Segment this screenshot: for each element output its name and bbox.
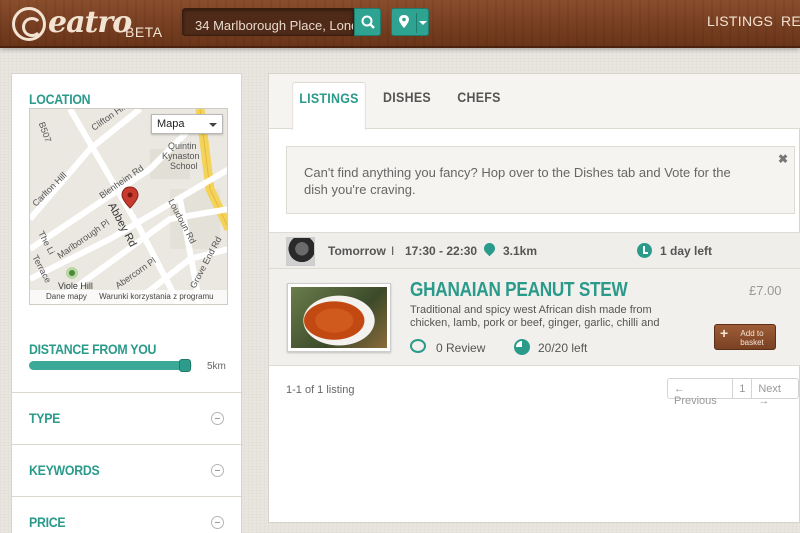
section-divider: [12, 392, 243, 393]
tab-chefs[interactable]: CHEFS: [453, 82, 505, 121]
meta-separator: I: [391, 244, 395, 258]
dish-title[interactable]: GHANAIAN PEANUT STEW: [410, 279, 628, 302]
map-streets: B507 Clifton Hill Carlton Hill Quintin K…: [30, 109, 227, 304]
tab-listings[interactable]: LISTINGS: [292, 82, 366, 130]
results-panel: LISTINGS DISHES CHEFS Can't find anythin…: [268, 73, 800, 523]
geolocate-dropdown-button[interactable]: [391, 8, 429, 36]
previous-page-button[interactable]: ← Previous: [668, 379, 734, 407]
dish-description: Traditional and spicy west African dish …: [410, 304, 660, 329]
map-type-value: Mapa: [157, 118, 185, 130]
distance-slider-fill: [29, 361, 186, 370]
search-button[interactable]: [354, 8, 381, 36]
listing-time-left: 1 day left: [660, 244, 713, 258]
info-notice: Can't find anything you fancy? Hop over …: [286, 146, 795, 214]
plus-icon: +: [720, 325, 729, 341]
location-title: LOCATION: [29, 91, 91, 107]
notice-text: Can't find anything you fancy? Hop over …: [304, 165, 731, 197]
keywords-section-header[interactable]: KEYWORDS: [29, 462, 100, 478]
logo-text: eatro: [48, 5, 132, 40]
caret-down-icon: [209, 123, 217, 127]
listing-day: Tomorrow: [328, 244, 386, 258]
collapse-price-icon[interactable]: [211, 516, 224, 529]
distance-title: DISTANCE FROM YOU: [29, 341, 157, 357]
beta-label: BETA: [125, 24, 163, 40]
nav-listings-link[interactable]: LISTINGS: [707, 13, 773, 29]
close-icon[interactable]: ✖: [778, 151, 788, 168]
map-data-link[interactable]: Dane mapy: [46, 292, 87, 301]
filter-sidebar: LOCATION B507 Clifton Hill Carlton Hill …: [11, 73, 243, 533]
collapse-keywords-icon[interactable]: [211, 464, 224, 477]
listing-distance: 3.1km: [503, 244, 538, 258]
review-icon: [410, 339, 426, 353]
location-map[interactable]: B507 Clifton Hill Carlton Hill Quintin K…: [29, 108, 228, 305]
dish-image: [291, 287, 387, 348]
collapse-type-icon[interactable]: [211, 412, 224, 425]
tab-bar: LISTINGS DISHES CHEFS: [269, 74, 800, 130]
section-divider: [12, 496, 243, 497]
distance-max-label: 5km: [207, 361, 226, 372]
pagination: ← Previous 1 Next →: [667, 378, 799, 407]
map-label-quintin: Quintin: [168, 141, 197, 151]
map-type-select[interactable]: Mapa: [151, 114, 223, 134]
distance-slider[interactable]: [29, 359, 192, 372]
map-label-kynaston: Kynaston: [162, 151, 200, 161]
listing-time: 17:30 - 22:30: [405, 244, 478, 258]
nav-register-link[interactable]: REG: [781, 13, 800, 29]
location-search-input[interactable]: [182, 8, 354, 36]
listing-meta-bar: Tomorrow I 17:30 - 22:30 3.1km 1 day lef…: [269, 232, 800, 269]
dish-photo[interactable]: [287, 283, 391, 352]
listing-card[interactable]: GHANAIAN PEANUT STEW Traditional and spi…: [269, 269, 800, 366]
map-pin-icon: [399, 15, 409, 28]
portions-icon: [514, 339, 530, 355]
portions-left: 20/20 left: [538, 341, 588, 355]
chef-avatar[interactable]: [286, 237, 315, 266]
top-navigation-bar: eatro BETA LISTINGS REG: [0, 0, 800, 48]
chevron-down-icon: [419, 21, 427, 25]
price-section-header[interactable]: PRICE: [29, 514, 66, 530]
distance-slider-handle[interactable]: [179, 359, 192, 372]
review-count[interactable]: 0 Review: [436, 341, 485, 355]
add-to-basket-button[interactable]: + Add to basket: [714, 324, 776, 350]
search-icon: [361, 15, 375, 29]
map-terms-link[interactable]: Warunki korzystania z programu: [99, 292, 213, 301]
logo-swirl-icon: [12, 7, 46, 41]
section-divider: [12, 444, 243, 445]
location-pin-icon: [481, 240, 498, 257]
map-footer: Dane mapy Warunki korzystania z programu: [30, 290, 227, 304]
map-label-school: School: [170, 161, 198, 171]
page-number-button[interactable]: 1: [733, 379, 753, 398]
next-page-button[interactable]: Next →: [752, 379, 798, 407]
tab-dishes[interactable]: DISHES: [379, 82, 434, 121]
clock-icon: [637, 243, 652, 258]
dish-price: £7.00: [749, 283, 782, 298]
type-section-header[interactable]: TYPE: [29, 410, 60, 426]
result-count: 1-1 of 1 listing: [286, 384, 355, 396]
add-to-basket-label: Add to basket: [740, 329, 764, 347]
